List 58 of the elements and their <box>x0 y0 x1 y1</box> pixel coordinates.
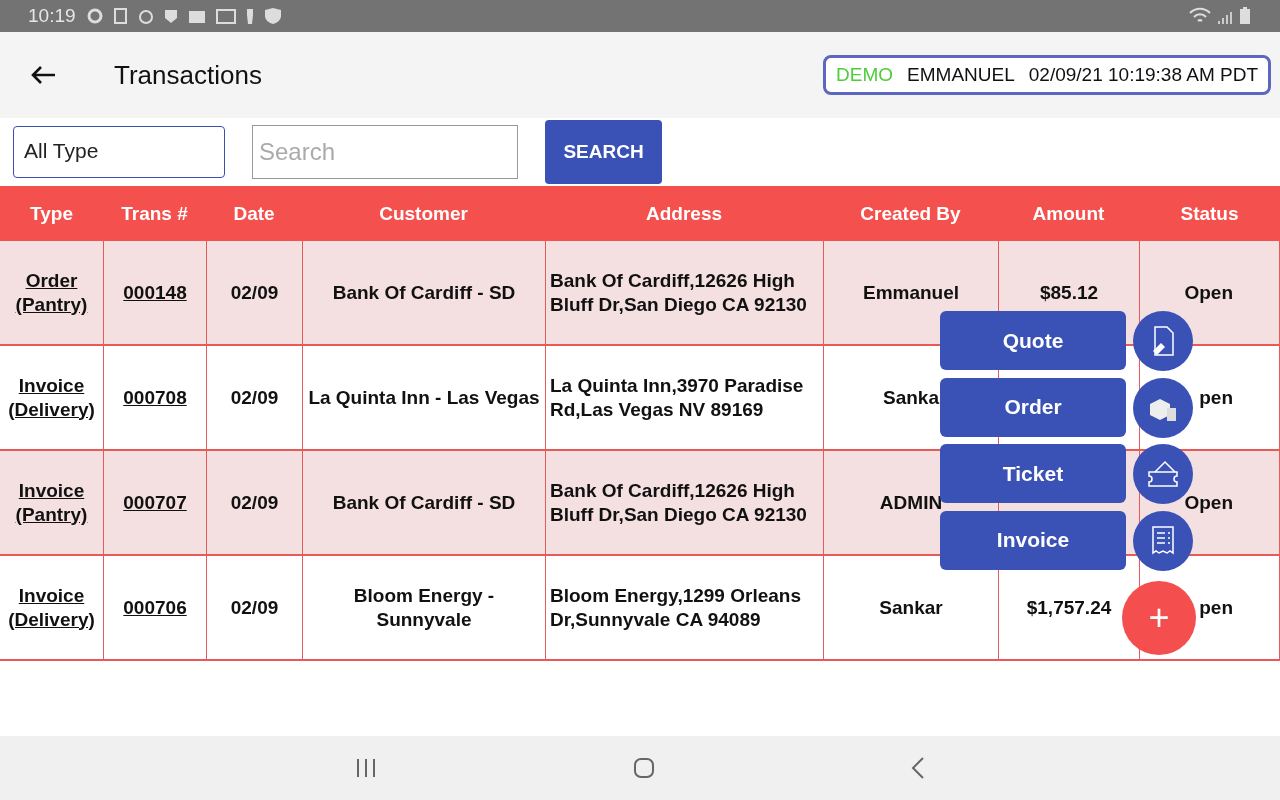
column-header: Address <box>646 202 722 225</box>
transaction-link[interactable]: Invoice (Pantry) <box>4 478 99 527</box>
table-cell-text: Bank Of Cardiff,12626 High Bluff Dr,San Diego CA 92130 <box>550 268 808 317</box>
search-button[interactable]: SEARCH <box>545 120 662 184</box>
column-header: Type <box>30 202 73 225</box>
table-cell: 02/09 <box>230 280 279 305</box>
table-cell-text: La Quinta Inn,3970 Paradise Rd,Las Vegas NV 89169 <box>550 373 805 422</box>
session-datetime: 02/09/21 10:19:38 AM PDT <box>1028 64 1258 86</box>
table-cell-text: Bank Of Cardiff,12626 High Bluff Dr,San Diego CA 92130 <box>550 478 808 527</box>
table-cell: pen <box>1199 385 1233 410</box>
column-header: Customer <box>379 202 468 225</box>
play-shield-icon <box>263 7 282 25</box>
column-header: Amount <box>1032 202 1105 225</box>
page-title: Transactions <box>114 59 262 91</box>
table-cell-text: Bloom Energy,1299 Orleans Dr,Sunnyvale CA 94089 <box>550 583 802 632</box>
table-cell: $85.12 <box>1039 280 1099 305</box>
new-transaction-button[interactable]: Invoice <box>940 510 1126 570</box>
transaction-link[interactable]: 000148 <box>123 280 187 305</box>
boxes-icon[interactable] <box>1133 377 1193 438</box>
back-arrow-icon[interactable] <box>30 65 56 85</box>
column-header: Date <box>233 202 275 225</box>
transaction-link[interactable]: Invoice (Delivery) <box>4 583 99 632</box>
home-icon[interactable] <box>633 757 655 779</box>
new-transaction-button[interactable]: Order <box>940 377 1126 437</box>
column-header: Status <box>1180 202 1239 225</box>
table-cell: pen <box>1199 595 1233 620</box>
table-cell: Bank Of Cardiff - SD <box>332 490 516 515</box>
table-cell: Bank Of Cardiff - SD <box>332 280 516 305</box>
search-field[interactable]: Search <box>252 125 518 179</box>
clock-time: 10:19 <box>28 5 76 27</box>
table-cell: Open <box>1184 280 1233 305</box>
table-cell: Sanka <box>883 385 939 410</box>
table-cell: 02/09 <box>230 595 279 620</box>
table-cell: 02/09 <box>230 385 279 410</box>
back-icon[interactable] <box>911 757 925 779</box>
document-pen-icon[interactable] <box>1133 311 1193 371</box>
table-cell: Open <box>1184 490 1233 515</box>
table-cell: Emmanuel <box>862 280 960 305</box>
user-name: EMMANUEL <box>907 64 1015 86</box>
column-header: Trans # <box>121 202 188 225</box>
new-transaction-button[interactable]: Ticket <box>940 444 1126 503</box>
mode-label: DEMO <box>836 64 894 86</box>
recent-apps-icon[interactable] <box>355 758 377 778</box>
table-cell: ADMIN <box>879 490 943 515</box>
column-header: Created By <box>860 202 961 225</box>
table-cell: $1,757.24 <box>1026 595 1112 620</box>
new-transaction-button[interactable]: Quote <box>940 311 1126 370</box>
transaction-link[interactable]: 000706 <box>123 595 187 620</box>
table-cell: 02/09 <box>230 490 279 515</box>
table-cell-text: Bloom Energy - Sunnyvale <box>352 583 496 632</box>
shield-icon <box>163 7 178 25</box>
type-dropdown[interactable]: All Type <box>13 126 225 178</box>
table-cell: Sankar <box>879 595 943 620</box>
transaction-link[interactable]: Invoice (Delivery) <box>4 373 99 422</box>
transaction-link[interactable]: Order (Pantry) <box>4 268 99 317</box>
transaction-link[interactable]: 000707 <box>123 490 187 515</box>
table-cell: La Quinta Inn - Las Vegas <box>308 385 540 410</box>
transaction-link[interactable]: 000708 <box>123 385 187 410</box>
